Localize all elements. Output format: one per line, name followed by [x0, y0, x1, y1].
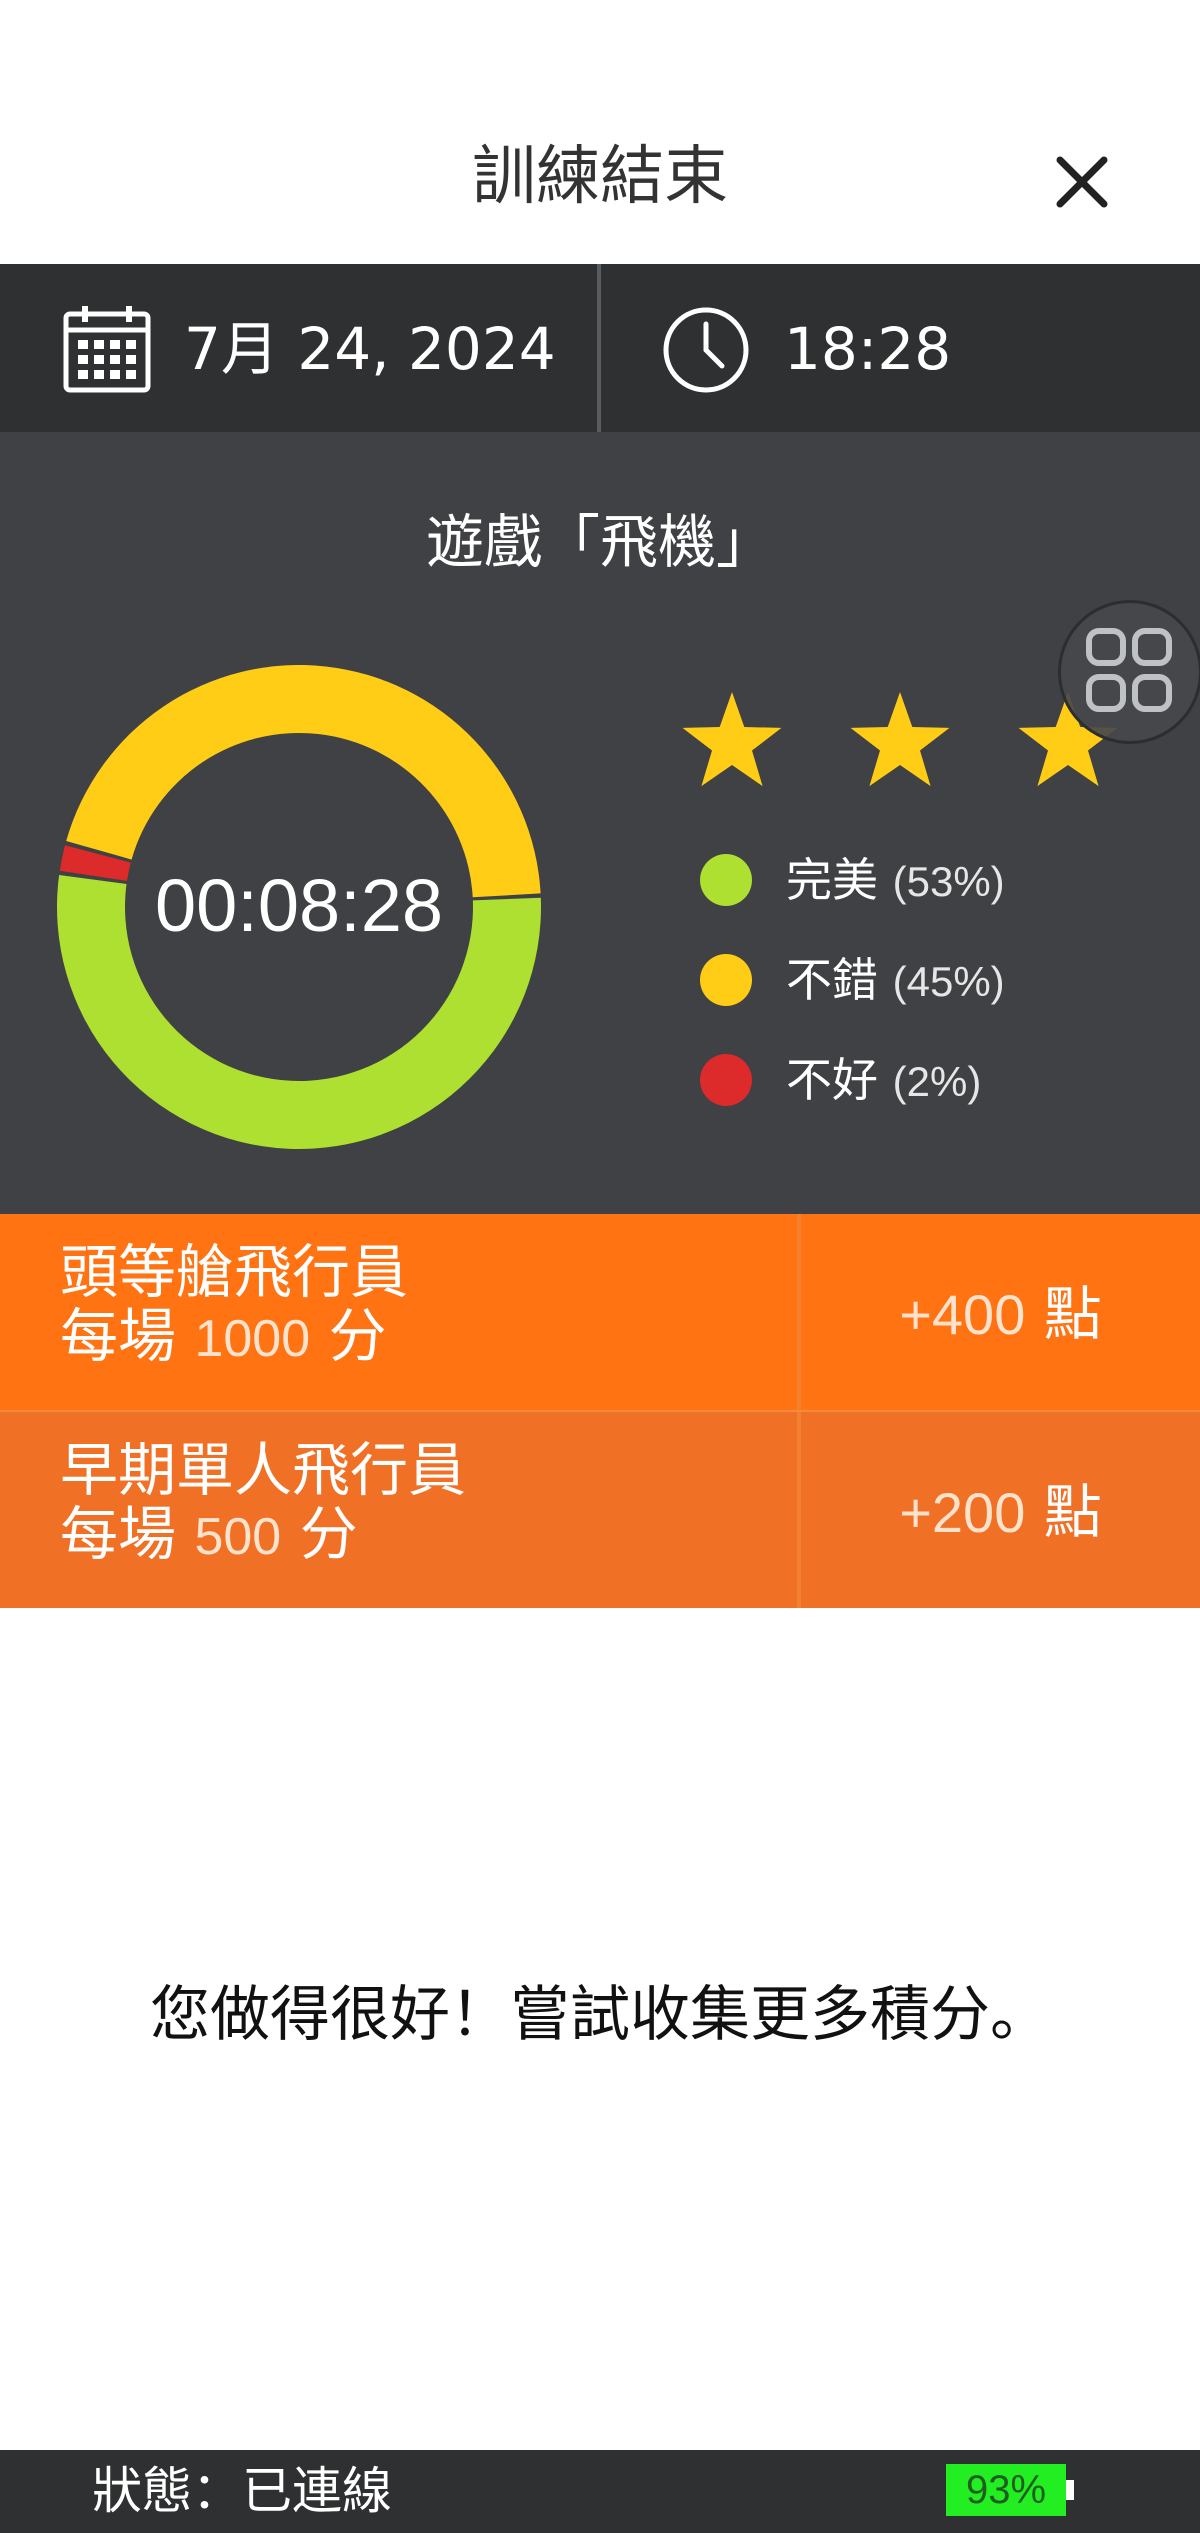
points-unit: 點: [1043, 1478, 1102, 1546]
legend-label: 完美: [786, 853, 878, 907]
close-button[interactable]: [1040, 140, 1124, 224]
encouragement-message: 您做得很好！嘗試收集更多積分。: [150, 1980, 1050, 2050]
criteria-prefix: 每場: [60, 1500, 177, 1568]
criteria-prefix: 每場: [60, 1302, 177, 1370]
criteria-unit: 分: [328, 1302, 387, 1370]
grid-toggle-button[interactable]: [1058, 600, 1200, 744]
divider: [597, 264, 601, 432]
bad-dot: [700, 1054, 752, 1106]
session-time: 18:28: [784, 315, 952, 383]
grid-icon[interactable]: [1061, 603, 1199, 741]
points-value: +200: [899, 1481, 1026, 1544]
star-icon: [850, 692, 950, 787]
star-icon: [682, 692, 782, 787]
achievement-criteria: 每場 500 分: [60, 1502, 358, 1569]
achievement-points: +200 點: [801, 1474, 1200, 1550]
legend-item-bad: 不好 (2%): [700, 1032, 1180, 1132]
achievement-points: +400 點: [801, 1276, 1200, 1352]
points-value: +400: [899, 1283, 1026, 1346]
achievement-row: 頭等艙飛行員 每場 1000 分 +400 點: [0, 1214, 1200, 1410]
legend-percent: (45%): [892, 958, 1005, 1005]
perfect-dot: [700, 854, 752, 906]
session-info-bar: 7月 24, 2024 18:28: [0, 264, 1200, 432]
good-dot: [700, 954, 752, 1006]
connection-status: 狀態：已連線: [92, 2462, 392, 2520]
clock-icon: [660, 304, 752, 396]
criteria-value: 500: [194, 1508, 282, 1566]
close-icon[interactable]: [1040, 140, 1124, 224]
session-date: 7月 24, 2024: [184, 315, 556, 383]
header: 訓練結束: [0, 0, 1200, 264]
legend-percent: (53%): [892, 858, 1005, 905]
battery-indicator: 93%: [946, 2464, 1066, 2516]
achievement-row: 早期單人飛行員 每場 500 分 +200 點: [0, 1412, 1200, 1608]
criteria-value: 1000: [194, 1310, 311, 1368]
game-title: 遊戲「飛機」: [425, 508, 774, 576]
legend-item-good: 不錯 (45%): [700, 932, 1180, 1032]
points-unit: 點: [1043, 1280, 1102, 1348]
page-title: 訓練結束: [472, 140, 728, 214]
legend-percent: (2%): [892, 1058, 982, 1105]
session-duration: 00:08:28: [154, 864, 444, 947]
legend-item-perfect: 完美 (53%): [700, 832, 1180, 932]
achievement-criteria: 每場 1000 分: [60, 1304, 387, 1371]
calendar-icon: [62, 304, 152, 394]
achievement-name: 頭等艙飛行員: [60, 1238, 409, 1306]
legend-label: 不好: [786, 1053, 878, 1107]
legend: 完美 (53%) 不錯 (45%) 不好 (2%): [700, 832, 1180, 1132]
criteria-unit: 分: [299, 1500, 358, 1568]
results-panel: 遊戲「飛機」 00:08:28 完美 (53%) 不錯 (45%) 不好 (2%…: [0, 432, 1200, 1214]
status-bar: 狀態：已連線 93%: [0, 2450, 1200, 2533]
battery-icon: [1066, 2480, 1074, 2500]
legend-label: 不錯: [786, 953, 878, 1007]
achievement-name: 早期單人飛行員: [60, 1436, 467, 1504]
